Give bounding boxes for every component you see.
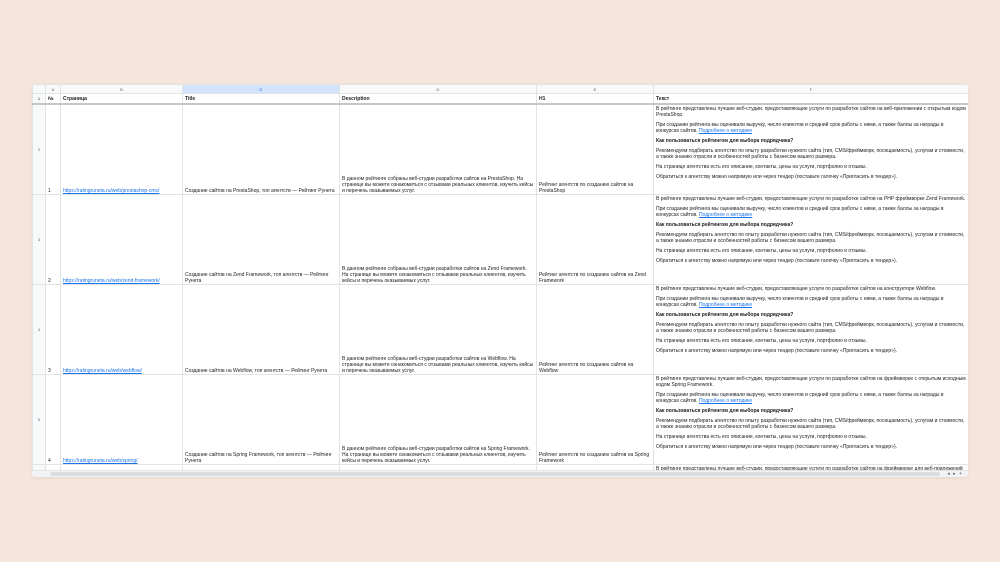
table-header-row: 1 № Страница Title Description H1 Текст xyxy=(32,93,968,105)
cell-page[interactable]: https://ratingruneta.ru/web/webflow/ xyxy=(60,284,183,375)
page-link[interactable]: https://ratingruneta.ru/web/webflow/ xyxy=(63,368,142,374)
page-link[interactable]: https://ratingruneta.ru/web/prestashop-c… xyxy=(63,188,159,194)
cell-title[interactable]: Создание сайтов на Spring Framework, топ… xyxy=(182,374,340,465)
column-header-f[interactable]: F xyxy=(653,84,968,94)
text-paragraph: На странице агентства есть его описание,… xyxy=(656,434,867,441)
cell-page[interactable]: https://ratingruneta.ru/web/spring/ xyxy=(60,374,183,465)
row-number[interactable]: 5 xyxy=(32,374,46,465)
cell-description[interactable]: В данном рейтинге собраны веб-студии раз… xyxy=(339,374,537,465)
text-paragraph: Обратиться к агентству можно напрямую ил… xyxy=(656,347,898,354)
header-cell-description[interactable]: Description xyxy=(339,93,537,105)
add-sheet-icon[interactable]: + xyxy=(959,471,962,477)
scroll-controls: ◂ ▸ + xyxy=(945,471,962,477)
column-header-c[interactable]: C xyxy=(182,84,340,94)
spreadsheet: A B C D E F 1 № Страница Title Descripti… xyxy=(32,84,968,477)
column-header-b[interactable]: B xyxy=(60,84,183,94)
cell-text[interactable]: В рейтинге представлены лучшие веб-студи… xyxy=(653,194,968,285)
scroll-right-icon[interactable]: ▸ xyxy=(953,471,956,477)
table-row: 4 3 https://ratingruneta.ru/web/webflow/… xyxy=(32,284,968,375)
row-number[interactable]: 4 xyxy=(32,284,46,375)
cell-description[interactable]: В данном рейтинге собраны веб-студии раз… xyxy=(339,194,537,285)
methodology-link[interactable]: Подробнее о методике xyxy=(699,398,752,404)
header-cell-number[interactable]: № xyxy=(45,93,61,105)
header-cell-text[interactable]: Текст xyxy=(653,93,968,105)
column-header-a[interactable]: A xyxy=(45,84,61,94)
text-paragraph: Рекомендуем подбирать агентство по опыту… xyxy=(656,147,965,161)
cell-title[interactable]: Создание сайтов на PrestaShop, топ агент… xyxy=(182,103,340,195)
cell-page[interactable]: https://ratingruneta.ru/web/zend-framewo… xyxy=(60,194,183,285)
methodology-link[interactable]: Подробнее о методике xyxy=(699,128,752,134)
cell-number[interactable]: 4 xyxy=(45,374,61,465)
column-header-row: A B C D E F xyxy=(32,84,968,94)
methodology-link[interactable]: Подробнее о методике xyxy=(699,212,752,218)
text-paragraph: В рейтинге представлены лучшие веб-студи… xyxy=(656,106,966,119)
text-paragraph: На странице агентства есть его описание,… xyxy=(656,337,867,344)
text-paragraph: Рекомендуем подбирать агентство по опыту… xyxy=(656,417,965,431)
horizontal-scrollbar[interactable]: ◂ ▸ + xyxy=(32,470,968,477)
table-row: 5 4 https://ratingruneta.ru/web/spring/ … xyxy=(32,374,968,465)
row-number[interactable]: 3 xyxy=(32,194,46,285)
select-all-corner[interactable] xyxy=(32,84,46,94)
table-row: 2 1 https://ratingruneta.ru/web/prestash… xyxy=(32,103,968,195)
text-subheading: Как пользоваться рейтингом для выбора по… xyxy=(656,138,794,145)
text-subheading: Как пользоваться рейтингом для выбора по… xyxy=(656,408,794,415)
text-paragraph: В рейтинге представлены лучшие веб-студи… xyxy=(656,376,966,389)
cell-page[interactable]: https://ratingruneta.ru/web/prestashop-c… xyxy=(60,103,183,195)
text-paragraph: При создании рейтинга мы оценивали выруч… xyxy=(656,205,944,219)
text-subheading: Как пользоваться рейтингом для выбора по… xyxy=(656,311,794,318)
text-paragraph: Рекомендуем подбирать агентство по опыту… xyxy=(656,321,965,334)
header-cell-title[interactable]: Title xyxy=(182,93,340,105)
cell-h1[interactable]: Рейтинг агентств по созданию сайтов на Z… xyxy=(536,194,654,285)
cell-h1[interactable]: Рейтинг агентств по созданию сайтов на W… xyxy=(536,284,654,375)
page-link[interactable]: https://ratingruneta.ru/web/spring/ xyxy=(63,458,138,464)
cell-number[interactable]: 3 xyxy=(45,284,61,375)
column-header-e[interactable]: E xyxy=(536,84,654,94)
text-paragraph: В рейтинге представлены лучшие веб-студи… xyxy=(656,286,937,292)
text-paragraph: Обратиться к агентству можно напрямую ил… xyxy=(656,443,898,450)
cell-number[interactable]: 2 xyxy=(45,194,61,285)
cell-number[interactable]: 1 xyxy=(45,103,61,195)
cell-text[interactable]: В рейтинге представлены лучшие веб-студи… xyxy=(653,374,968,465)
text-paragraph: Обратиться к агентству можно напрямую ил… xyxy=(656,173,898,180)
text-paragraph: На странице агентства есть его описание,… xyxy=(656,247,867,254)
sheet-grid: A B C D E F 1 № Страница Title Descripti… xyxy=(32,84,968,477)
text-paragraph: Обратиться к агентству можно напрямую ил… xyxy=(656,257,898,264)
page-link[interactable]: https://ratingruneta.ru/web/zend-framewo… xyxy=(63,278,160,284)
cell-h1[interactable]: Рейтинг агентств по созданию сайтов на S… xyxy=(536,374,654,465)
cell-h1[interactable]: Рейтинг агентств по созданию сайтов на P… xyxy=(536,103,654,195)
text-paragraph: Рекомендуем подбирать агентство по опыту… xyxy=(656,231,965,244)
column-header-d[interactable]: D xyxy=(339,84,537,94)
cell-text[interactable]: В рейтинге представлены лучшие веб-студи… xyxy=(653,284,968,375)
cell-text[interactable]: В рейтинге представлены лучшие веб-студи… xyxy=(653,103,968,195)
text-paragraph: При создании рейтинга мы оценивали выруч… xyxy=(656,295,944,309)
text-subheading: Как пользоваться рейтингом для выбора по… xyxy=(656,221,794,228)
text-paragraph: На странице агентства есть его описание,… xyxy=(656,164,867,171)
cell-title[interactable]: Создание сайтов на Webflow, топ агентств… xyxy=(182,284,340,375)
header-cell-page[interactable]: Страница xyxy=(60,93,183,105)
header-cell-h1[interactable]: H1 xyxy=(536,93,654,105)
text-paragraph: При создании рейтинга мы оценивали выруч… xyxy=(656,122,944,135)
text-paragraph: При создании рейтинга мы оценивали выруч… xyxy=(656,392,944,405)
row-number[interactable]: 1 xyxy=(32,93,46,105)
scrollbar-thumb[interactable] xyxy=(50,472,940,476)
table-row: 3 2 https://ratingruneta.ru/web/zend-fra… xyxy=(32,194,968,285)
scroll-left-icon[interactable]: ◂ xyxy=(947,471,950,477)
cell-description[interactable]: В данном рейтинге собраны веб-студии раз… xyxy=(339,284,537,375)
cell-title[interactable]: Создание сайтов на Zend Framework, топ а… xyxy=(182,194,340,285)
text-paragraph: В рейтинге представлены лучшие веб-студи… xyxy=(656,196,966,202)
row-number[interactable]: 2 xyxy=(32,103,46,195)
cell-description[interactable]: В данном рейтинге собраны веб-студии раз… xyxy=(339,103,537,195)
methodology-link[interactable]: Подробнее о методике xyxy=(699,302,752,308)
